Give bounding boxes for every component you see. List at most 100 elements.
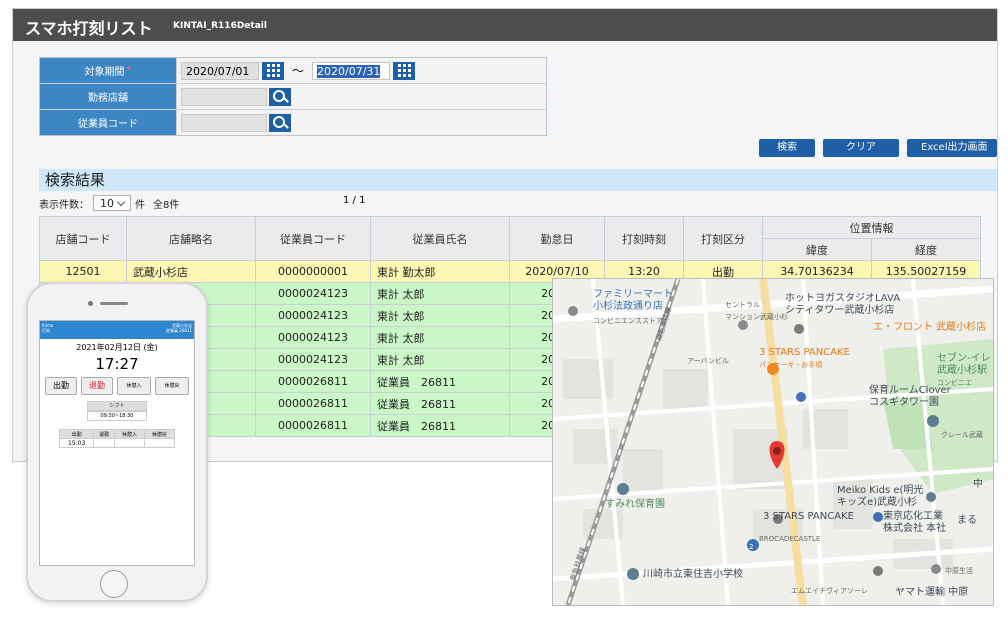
- phone-punch-table: 出勤 退勤 休憩入 休憩戻 15:03: [58, 429, 176, 448]
- camera-icon: [88, 301, 93, 306]
- map-label: Meiko Kids e(明光: [837, 485, 924, 496]
- cell-store-code: 12501: [39, 260, 127, 283]
- employee-row: 従業員コード: [40, 110, 546, 135]
- phone-screen: Kintai 打刻 武蔵小杉店 従業員 26811 2021年02月12日 (金) …: [39, 320, 195, 566]
- cell-emp-code: 0000026811: [255, 370, 371, 393]
- poi-brocade: BROCADECASTLE: [759, 535, 821, 543]
- period-row: 対象期間 * 2020/07/01 ～ 2020/07/31: [40, 58, 546, 84]
- cell-emp-code: 0000024123: [255, 348, 371, 371]
- cell-store-name: 武蔵小杉店: [126, 260, 256, 283]
- map-label: 武蔵小杉駅: [937, 365, 987, 376]
- store-label: 勤務店舗: [40, 84, 177, 109]
- page-number: 1 / 1: [343, 195, 366, 206]
- employee-input[interactable]: [181, 113, 267, 132]
- map-label: 株式会社 本社: [883, 523, 947, 534]
- poi-front: エ・フロント 武蔵小杉店: [873, 322, 987, 333]
- cell-emp-code: 0000026811: [255, 392, 371, 415]
- per-page-unit: 件: [135, 199, 145, 211]
- search-icon[interactable]: [269, 87, 291, 106]
- col-break-in: 休憩入: [113, 429, 145, 439]
- phone-employee: 従業員 26811: [166, 328, 192, 333]
- col-location: 位置情報: [762, 216, 981, 239]
- col-time: 打刻時刻: [604, 216, 684, 261]
- map-view[interactable]: ファミリーマート 小杉法政通り店 コンビニエンスストア セントラルマンション武蔵小…: [552, 278, 994, 606]
- excel-button[interactable]: Excel出力画面: [907, 139, 997, 157]
- val-in: 15:03: [58, 438, 95, 448]
- phone-time: 17:27: [95, 355, 139, 373]
- speaker-icon: [100, 302, 128, 305]
- pager: 表示件数： 10 件 全8件: [39, 195, 179, 211]
- home-button[interactable]: [100, 570, 128, 598]
- cell-emp-code: 0000024123: [255, 282, 371, 305]
- store-value: [177, 84, 546, 109]
- map-label: キッズe)武蔵小杉: [837, 497, 918, 508]
- calendar-icon[interactable]: [262, 61, 284, 80]
- cell-emp-code: 0000024123: [255, 326, 371, 349]
- phone-punch-buttons: 出勤 退勤 休憩入 休憩戻: [45, 377, 189, 395]
- cell-emp-name: 東計 太郎: [370, 282, 510, 305]
- poi-urban: アーバンビル: [687, 357, 729, 365]
- col-lat: 緯度: [762, 238, 872, 261]
- cell-emp-code: 0000024123: [255, 304, 371, 327]
- cell-emp-code: 0000000001: [255, 260, 371, 283]
- clear-button[interactable]: クリア: [823, 139, 899, 157]
- poi-familymart-type: コンビニエンスストア: [593, 317, 663, 325]
- page-title: スマホ打刻リスト: [25, 19, 153, 38]
- store-row: 勤務店舗: [40, 84, 546, 110]
- val-break-out: [143, 438, 176, 448]
- search-button[interactable]: 検索: [759, 139, 815, 157]
- map-label: 東京応化工業: [883, 511, 943, 522]
- col-lng: 経度: [871, 238, 981, 261]
- map-label: セントラル: [725, 301, 760, 309]
- phone-header: Kintai 打刻 武蔵小杉店 従業員 26811: [40, 321, 194, 339]
- poi-maru: まる: [957, 515, 977, 526]
- title-bar: スマホ打刻リスト KINTAI_R116Detail: [13, 9, 997, 41]
- required-mark: *: [126, 65, 132, 76]
- employee-value: [177, 110, 546, 135]
- map-label: 保育ルームClover: [869, 385, 951, 396]
- poi-seven: セブン-イレ 武蔵小杉駅 コンビニエ: [937, 353, 991, 389]
- map-label: ホットヨガスタジオLAVA: [785, 293, 901, 304]
- val-out: [93, 438, 115, 448]
- cell-emp-name: 従業員 26811: [370, 414, 510, 437]
- poi-hot-yoga: ホットヨガスタジオLAVA シティタワー武蔵小杉店: [785, 293, 900, 317]
- poi-emueichi: エムエイチヴィアソーレ: [791, 587, 868, 595]
- poi-central: セントラルマンション武蔵小杉: [725, 299, 788, 323]
- val-break-in: [113, 438, 145, 448]
- break-in-button[interactable]: 休憩入: [117, 377, 151, 395]
- break-out-button[interactable]: 休憩戻: [155, 377, 189, 395]
- col-store-code: 店舗コード: [39, 216, 127, 261]
- poi-tokyo-oka: 東京応化工業 株式会社 本社: [883, 511, 946, 535]
- date-from-input[interactable]: 2020/07/01: [181, 61, 259, 80]
- employee-label: 従業員コード: [40, 110, 177, 135]
- store-input[interactable]: [181, 87, 267, 106]
- search-icon[interactable]: [269, 113, 291, 132]
- cell-emp-name: 東計 太郎: [370, 304, 510, 327]
- map-label: マンション武蔵小杉: [725, 313, 788, 321]
- col-emp-code: 従業員コード: [255, 216, 371, 261]
- route-number: 2: [749, 543, 754, 551]
- page-subtitle: KINTAI_R116Detail: [173, 21, 267, 31]
- poi-sumire: すみれ保育園: [605, 499, 665, 510]
- map-label: パンケーキ・お手頃: [759, 361, 823, 369]
- map-label: 3 STARS PANCAKE: [759, 347, 850, 358]
- search-form: 対象期間 * 2020/07/01 ～ 2020/07/31 勤務店舗 従業員コー…: [39, 57, 547, 136]
- clock-out-button[interactable]: 退勤: [81, 377, 113, 395]
- date-to-input[interactable]: 2020/07/31: [312, 61, 391, 80]
- calendar-icon[interactable]: [393, 61, 416, 80]
- cell-emp-name: 従業員 26811: [370, 370, 510, 393]
- poi-stars: 3 STARS PANCAKE: [763, 511, 854, 522]
- col-emp-name: 従業員氏名: [370, 216, 510, 261]
- per-page-select[interactable]: 10: [93, 195, 131, 211]
- poi-familymart: ファミリーマート 小杉法政通り店: [593, 289, 673, 313]
- phone-mockup: Kintai 打刻 武蔵小杉店 従業員 26811 2021年02月12日 (金) …: [26, 282, 208, 602]
- clock-in-button[interactable]: 出勤: [45, 377, 77, 395]
- col-type: 打刻区分: [683, 216, 763, 261]
- cell-emp-name: 従業員 26811: [370, 392, 510, 415]
- date-separator: ～: [292, 64, 305, 78]
- per-page-label: 表示件数：: [39, 199, 89, 211]
- phone-date: 2021年02月12日 (金): [76, 343, 158, 352]
- col-out: 退勤: [93, 429, 115, 439]
- period-value: 2020/07/01 ～ 2020/07/31: [177, 58, 546, 83]
- poi-hoiku: 保育ルームClover コスギタワー園: [869, 385, 951, 409]
